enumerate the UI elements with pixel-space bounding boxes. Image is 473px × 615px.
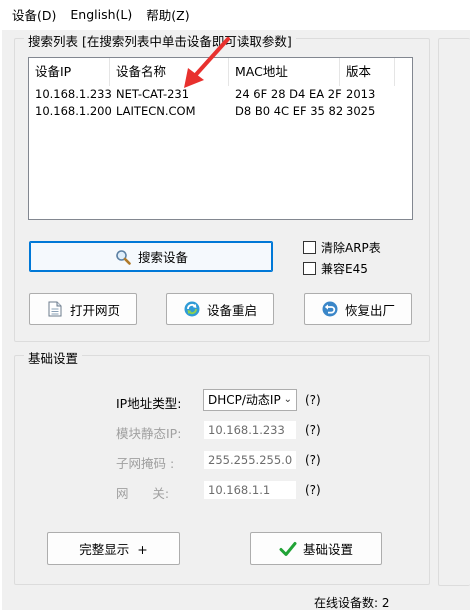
full-display-label: 完整显示 + [79, 542, 148, 557]
refresh-icon [183, 300, 201, 318]
ip-type-help[interactable]: (?) [305, 393, 321, 407]
restart-device-label: 设备重启 [206, 302, 257, 318]
menu-device[interactable]: 设备(D) [12, 5, 56, 24]
clear-arp-label: 清除ARP表 [321, 241, 381, 255]
right-panel [438, 38, 470, 586]
static-ip-label: 模块静态IP: [116, 426, 182, 441]
gateway-help[interactable]: (?) [305, 483, 321, 497]
static-ip-field[interactable]: 10.168.1.233 [203, 420, 297, 440]
ip-type-select[interactable]: DHCP/动态IP ⌄ [203, 389, 297, 411]
gateway-field[interactable]: 10.168.1.1 [203, 480, 297, 500]
table-row[interactable]: 10.168.1.200 LAITECN.COM D8 B0 4C EF 35 … [29, 103, 412, 120]
search-group-title: 搜索列表 [在搜索列表中单击设备即可读取参数] [24, 31, 296, 50]
document-icon [46, 300, 64, 318]
open-web-button[interactable]: 打开网页 [29, 293, 137, 325]
compat-e45-checkbox[interactable]: 兼容E45 [303, 260, 368, 277]
restart-device-button[interactable]: 设备重启 [166, 293, 274, 325]
online-device-count: 在线设备数: 2 [314, 596, 390, 610]
row-version: 3025 [346, 104, 376, 118]
open-web-label: 打开网页 [69, 302, 120, 318]
clear-arp-box[interactable] [303, 241, 316, 254]
row-ip: 10.168.1.200 [35, 104, 112, 118]
row-name: LAITECN.COM [116, 104, 196, 118]
factory-reset-label: 恢复出厂 [344, 302, 395, 318]
menu-help[interactable]: 帮助(Z) [146, 5, 189, 24]
factory-reset-button[interactable]: 恢复出厂 [304, 293, 412, 325]
annotation-arrow-icon [184, 37, 230, 88]
col-ip[interactable]: 设备IP [29, 58, 110, 86]
menu-bar: 设备(D) English(L) 帮助(Z) [0, 0, 473, 28]
col-mac[interactable]: MAC地址 [229, 58, 340, 86]
row-mac: 24 6F 28 D4 EA 2F [235, 87, 342, 101]
col-version[interactable]: 版本 [340, 58, 395, 86]
search-device-button[interactable]: 搜索设备 [29, 241, 273, 272]
basic-settings-label: 基础设置 [302, 542, 353, 557]
row-version: 2013 [346, 87, 376, 101]
ip-type-value: DHCP/动态IP [208, 393, 281, 407]
clear-arp-checkbox[interactable]: 清除ARP表 [303, 239, 381, 256]
menu-english[interactable]: English(L) [70, 7, 132, 22]
row-ip: 10.168.1.233 [35, 87, 112, 101]
subnet-help[interactable]: (?) [305, 453, 321, 467]
subnet-field[interactable]: 255.255.255.0 [203, 450, 297, 470]
basic-settings-title: 基础设置 [24, 348, 83, 367]
compat-e45-box[interactable] [303, 262, 316, 275]
row-mac: D8 B0 4C EF 35 82 [235, 104, 344, 118]
undo-icon [321, 300, 339, 318]
chevron-down-icon: ⌄ [283, 394, 292, 405]
gateway-label: 网 关: [116, 486, 170, 501]
basic-settings-button[interactable]: 基础设置 [250, 532, 382, 565]
checkmark-icon [279, 540, 297, 558]
ip-type-label: IP地址类型: [116, 396, 182, 411]
subnet-label: 子网掩码 : [116, 456, 175, 471]
search-device-label: 搜索设备 [137, 250, 188, 265]
full-display-button[interactable]: 完整显示 + [47, 532, 180, 565]
static-ip-help[interactable]: (?) [305, 423, 321, 437]
magnifier-icon [114, 248, 132, 266]
compat-e45-label: 兼容E45 [321, 262, 368, 276]
